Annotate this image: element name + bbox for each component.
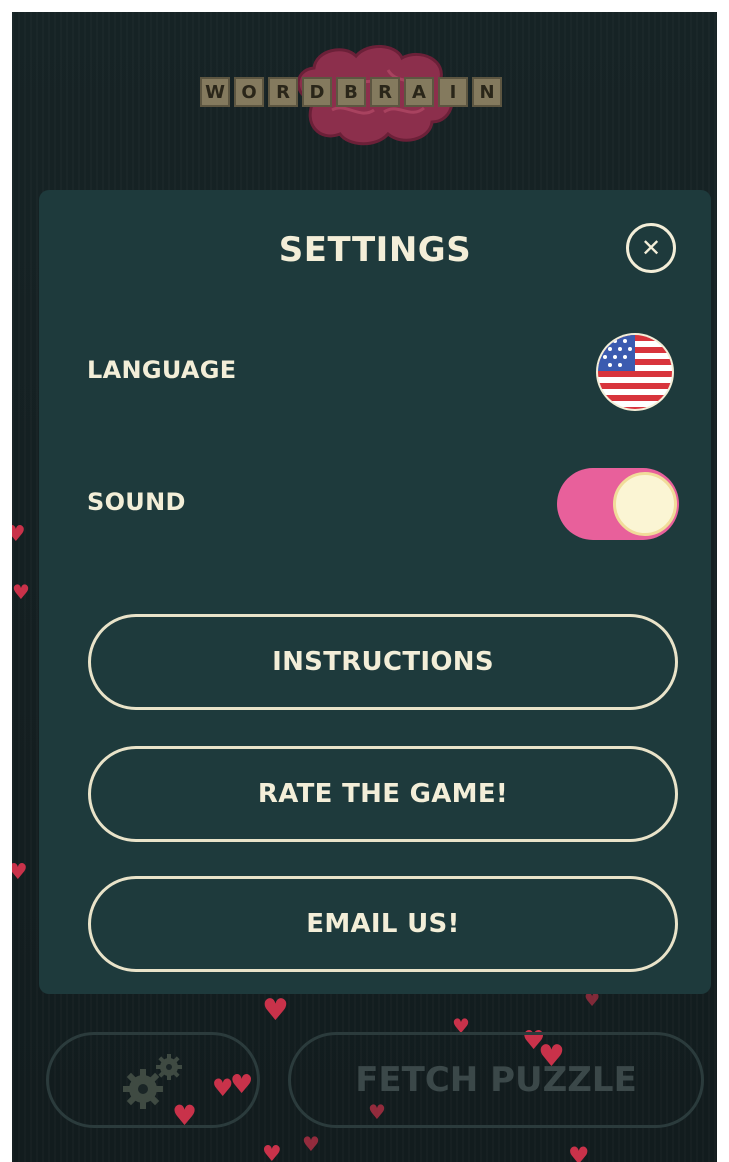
settings-panel: SETTINGS ✕ LANGUAGE SOUND INSTRUCTIONS R… [39,190,711,994]
heart-icon: ♥ [262,993,289,1028]
heart-icon: ♥ [262,1142,282,1162]
email-us-button[interactable]: EMAIL US! [88,876,678,972]
close-button[interactable]: ✕ [626,223,676,273]
logo-tiles: W O R D B R A I N [200,77,502,107]
fetch-puzzle-button[interactable]: FETCH PUZZLE [288,1032,704,1128]
us-flag-icon [596,333,674,411]
logo-tile: W [200,77,230,107]
language-label: LANGUAGE [87,356,237,384]
logo-tile: R [268,77,298,107]
heart-icon: ♥ [302,1132,320,1156]
wordbrain-logo: W O R D B R A I N [200,40,560,150]
logo-tile: I [438,77,468,107]
sound-toggle[interactable] [557,468,679,540]
heart-icon: ♥ [12,860,28,885]
heart-icon: ♥ [584,990,601,1011]
heart-icon: ♥ [12,580,30,604]
heart-icon: ♥ [568,1142,590,1162]
game-screen: W O R D B R A I N ♥ ♥ ♥ ♥ ♥ ♥ ♥ ♥ ♥ ♥ ♥ … [12,12,717,1162]
language-flag-button[interactable] [595,332,675,412]
close-icon: ✕ [640,234,662,262]
logo-tile: R [370,77,400,107]
logo-tile: B [336,77,366,107]
settings-gear-button[interactable] [46,1032,260,1128]
fetch-puzzle-label: FETCH PUZZLE [355,1060,637,1100]
logo-tile: O [234,77,264,107]
logo-tile: D [302,77,332,107]
logo-tile: N [472,77,502,107]
rate-game-button[interactable]: RATE THE GAME! [88,746,678,842]
instructions-button[interactable]: INSTRUCTIONS [88,614,678,710]
sound-label: SOUND [87,488,186,516]
gears-icon [123,1054,182,1109]
rate-game-label: RATE THE GAME! [257,779,509,809]
sound-toggle-knob [613,472,677,536]
instructions-label: INSTRUCTIONS [272,647,494,677]
logo-tile: A [404,77,434,107]
heart-icon: ♥ [12,522,26,547]
settings-title: SETTINGS [278,230,472,270]
email-us-label: EMAIL US! [306,909,460,939]
